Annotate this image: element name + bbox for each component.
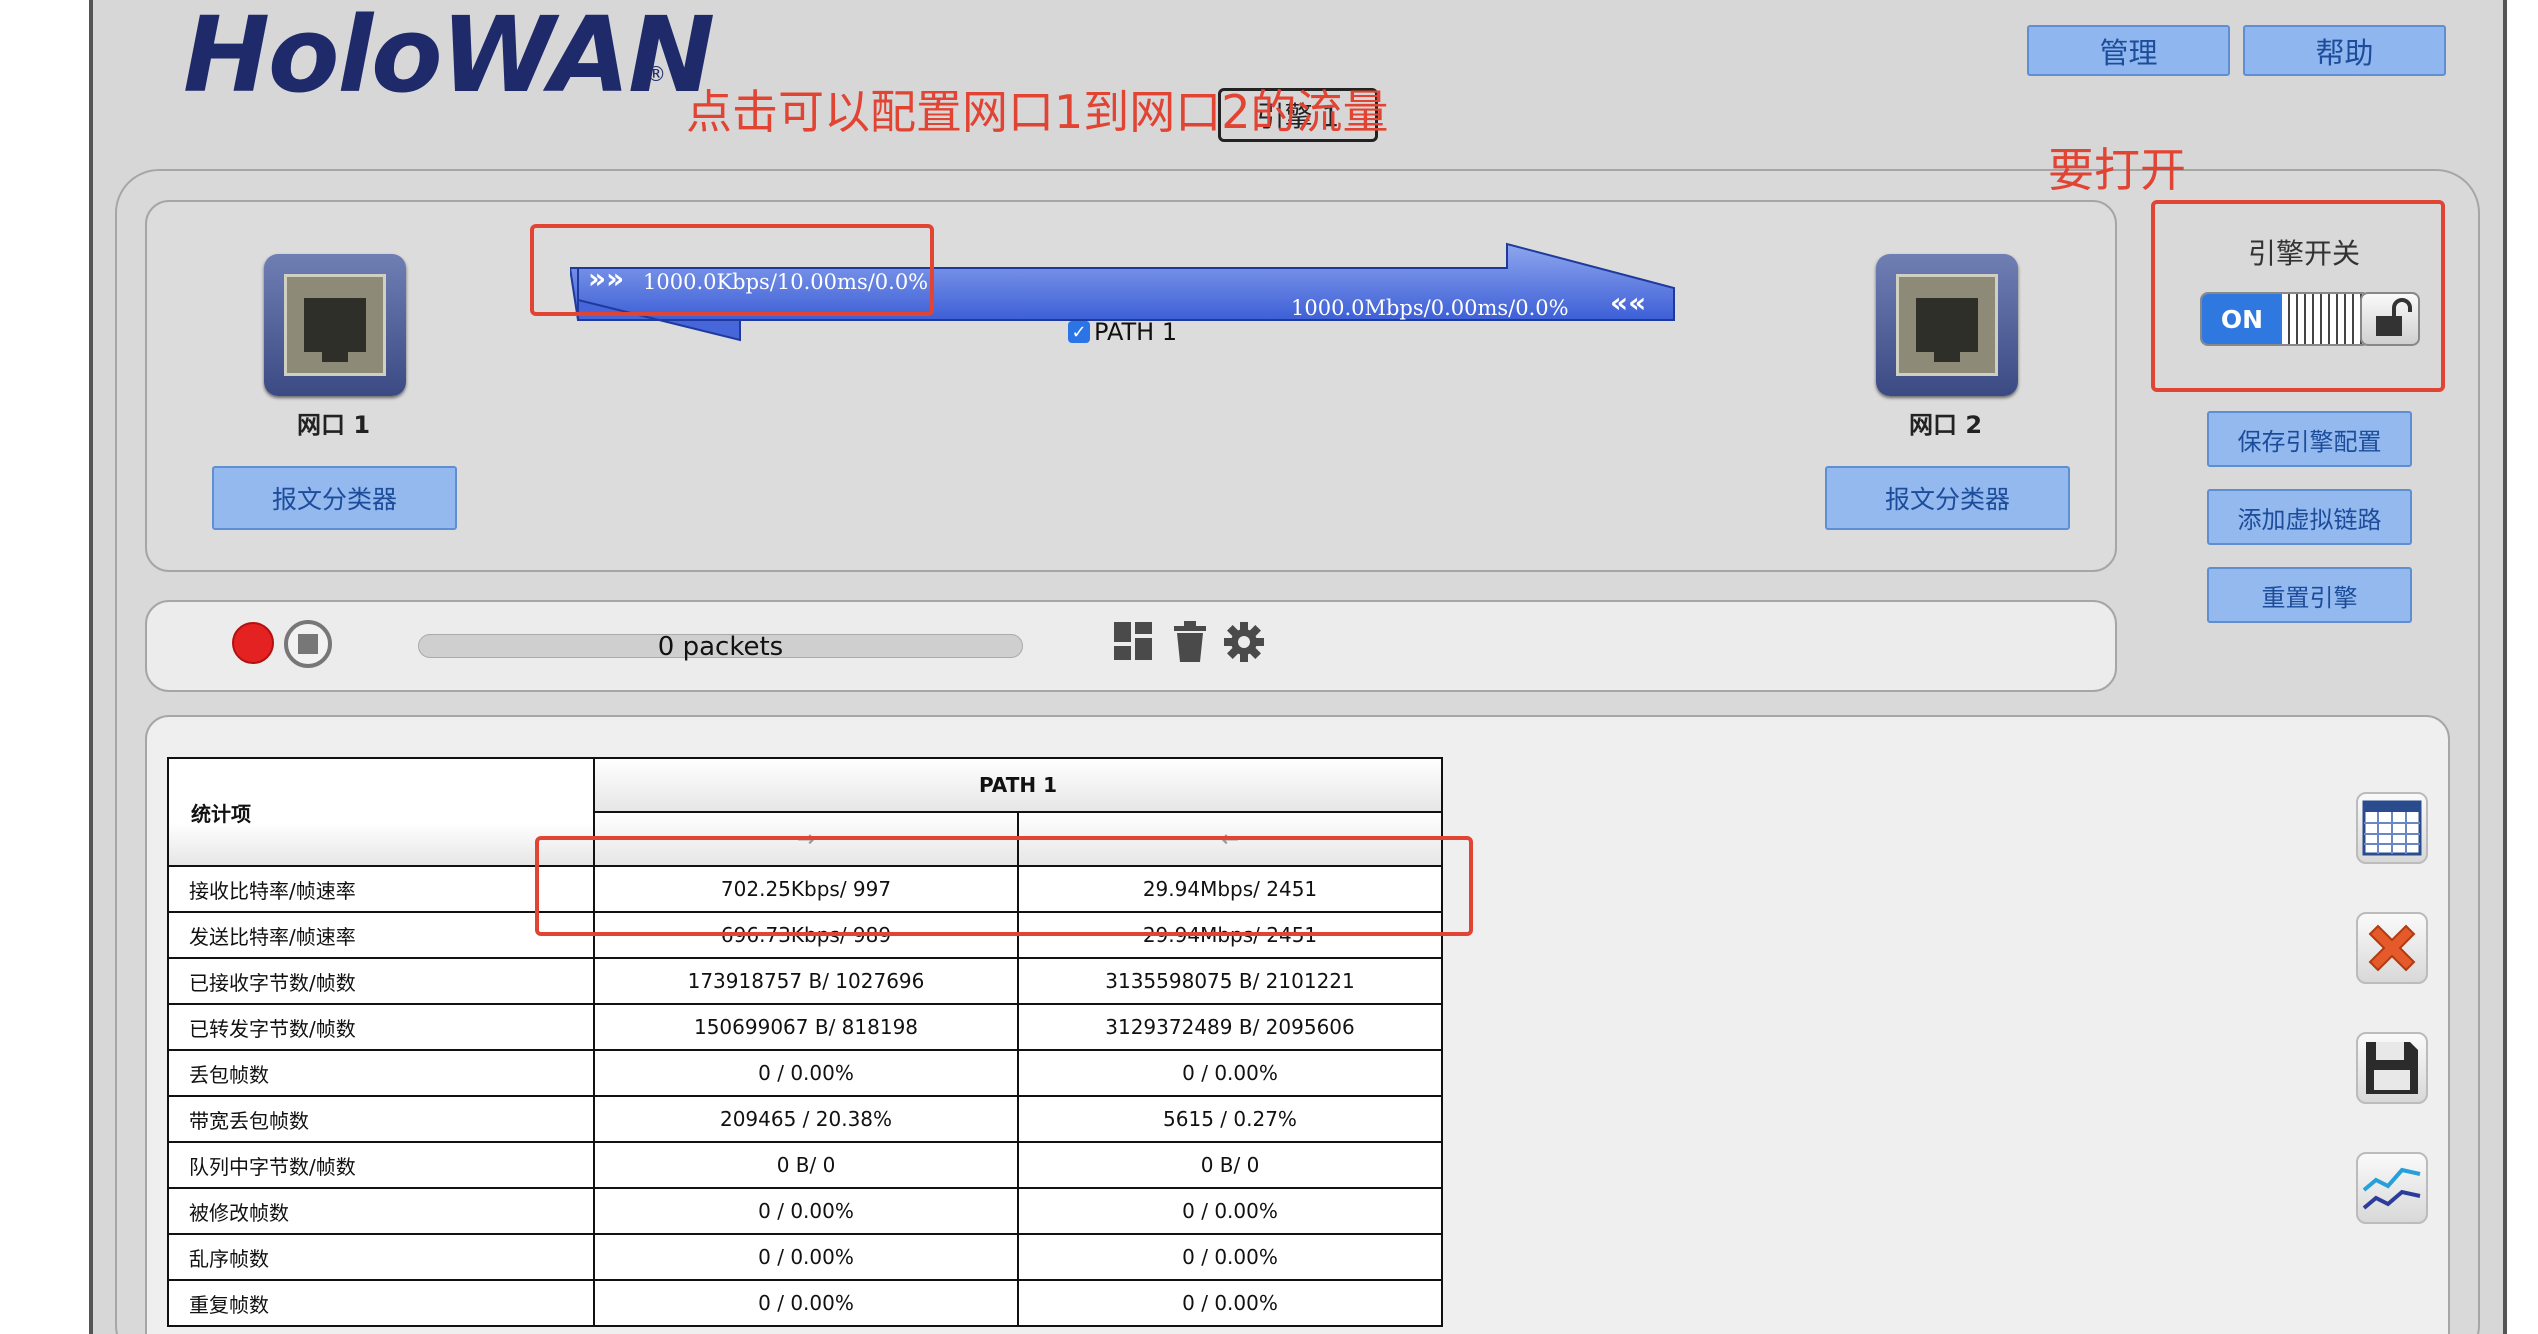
row-forward-value: 0 / 0.00% xyxy=(593,1049,1019,1097)
annotation-turn-on-note: 要打开 xyxy=(2048,143,2186,197)
row-reverse-value: 0 / 0.00% xyxy=(1017,1049,1443,1097)
packet-count: 0 packets xyxy=(657,632,784,662)
row-label: 已接收字节数/帧数 xyxy=(167,957,595,1005)
row-forward-value: 209465 / 20.38% xyxy=(593,1095,1019,1143)
checkmark-icon[interactable]: ✓ xyxy=(1068,321,1090,343)
row-forward-value: 150699067 B/ 818198 xyxy=(593,1003,1019,1051)
row-forward-value: 173918757 B/ 1027696 xyxy=(593,957,1019,1005)
row-label: 乱序帧数 xyxy=(167,1233,595,1281)
path-reverse-stats[interactable]: 1000.0Mbps/0.00ms/0.0% xyxy=(1291,296,1569,320)
port-1-label: 网口 1 xyxy=(297,411,371,439)
line-chart-icon[interactable] xyxy=(2356,1152,2428,1224)
table-row: 已转发字节数/帧数 150699067 B/ 818198 3129372489 B… xyxy=(167,1003,1443,1051)
path-1-label: PATH 1 xyxy=(1094,318,1178,346)
holowan-logo: HoloWAN xyxy=(183,0,715,116)
row-forward-value: 0 / 0.00% xyxy=(593,1187,1019,1235)
ethernet-port-1-icon[interactable] xyxy=(264,254,406,396)
port-2-classifier-button[interactable]: 报文分类器 xyxy=(1825,466,2070,530)
row-reverse-value: 0 / 0.00% xyxy=(1017,1279,1443,1327)
row-label: 发送比特率/帧速率 xyxy=(167,911,595,959)
table-row: 乱序帧数 0 / 0.00% 0 / 0.00% xyxy=(167,1233,1443,1281)
help-button[interactable]: 帮助 xyxy=(2243,25,2446,76)
ethernet-port-2-icon[interactable] xyxy=(1876,254,2018,396)
row-reverse-value: 5615 / 0.27% xyxy=(1017,1095,1443,1143)
add-virtual-link-button[interactable]: 添加虚拟链路 xyxy=(2207,489,2412,545)
save-engine-config-button[interactable]: 保存引擎配置 xyxy=(2207,411,2412,467)
row-forward-value: 0 / 0.00% xyxy=(593,1279,1019,1327)
annotation-box-engine-switch xyxy=(2151,200,2445,392)
row-label: 被修改帧数 xyxy=(167,1187,595,1235)
row-forward-value: 0 / 0.00% xyxy=(593,1233,1019,1281)
annotation-configure-note: 点击可以配置网口1到网口2的流量 xyxy=(686,85,1389,139)
annotation-box-path-stats xyxy=(530,224,934,316)
path-1-checkbox[interactable]: ✓ PATH 1 xyxy=(1068,318,1177,346)
table-row: 被修改帧数 0 / 0.00% 0 / 0.00% xyxy=(167,1187,1443,1235)
row-label: 已转发字节数/帧数 xyxy=(167,1003,595,1051)
row-label: 接收比特率/帧速率 xyxy=(167,865,595,913)
capture-progress-bar: 0 packets xyxy=(418,632,1023,662)
row-label: 丢包帧数 xyxy=(167,1049,595,1097)
stop-icon[interactable] xyxy=(284,620,332,668)
stats-path-header: PATH 1 xyxy=(593,757,1443,813)
gear-icon[interactable] xyxy=(1222,620,1266,664)
row-label: 带宽丢包帧数 xyxy=(167,1095,595,1143)
save-disk-icon[interactable] xyxy=(2356,1032,2428,1104)
table-row: 队列中字节数/帧数 0 B/ 00 B/ 0 xyxy=(167,1141,1443,1189)
row-reverse-value: 0 / 0.00% xyxy=(1017,1187,1443,1235)
grid-icon[interactable] xyxy=(1112,620,1156,664)
annotation-box-receive-rate xyxy=(535,836,1473,936)
port-1-classifier-button[interactable]: 报文分类器 xyxy=(212,466,457,530)
table-row: 带宽丢包帧数 209465 / 20.38% 5615 / 0.27% xyxy=(167,1095,1443,1143)
row-label: 队列中字节数/帧数 xyxy=(167,1141,595,1189)
delete-x-icon[interactable] xyxy=(2356,912,2428,984)
row-reverse-value: 3129372489 B/ 2095606 xyxy=(1017,1003,1443,1051)
table-row: 重复帧数 0 / 0.00% 0 / 0.00% xyxy=(167,1279,1443,1327)
reset-engine-button[interactable]: 重置引擎 xyxy=(2207,567,2412,623)
table-row: 已接收字节数/帧数 173918757 B/ 1027696 3135598075 … xyxy=(167,957,1443,1005)
manage-button[interactable]: 管理 xyxy=(2027,25,2230,76)
record-icon[interactable] xyxy=(232,622,274,664)
table-row: 丢包帧数 0 / 0.00% 0 / 0.00% xyxy=(167,1049,1443,1097)
stats-name-header: 统计项 xyxy=(167,757,595,867)
row-forward-value: 0 B/ 0 xyxy=(593,1141,1019,1189)
row-label: 重复帧数 xyxy=(167,1279,595,1327)
port-2-label: 网口 2 xyxy=(1909,411,1983,439)
row-reverse-value: 3135598075 B/ 2101221 xyxy=(1017,957,1443,1005)
calendar-table-icon[interactable] xyxy=(2356,792,2428,864)
row-reverse-value: 0 / 0.00% xyxy=(1017,1233,1443,1281)
reverse-chevrons-icon: «« xyxy=(1610,286,1646,319)
trash-icon[interactable] xyxy=(1168,620,1212,664)
row-reverse-value: 0 B/ 0 xyxy=(1017,1141,1443,1189)
registered-mark: ® xyxy=(646,62,666,86)
